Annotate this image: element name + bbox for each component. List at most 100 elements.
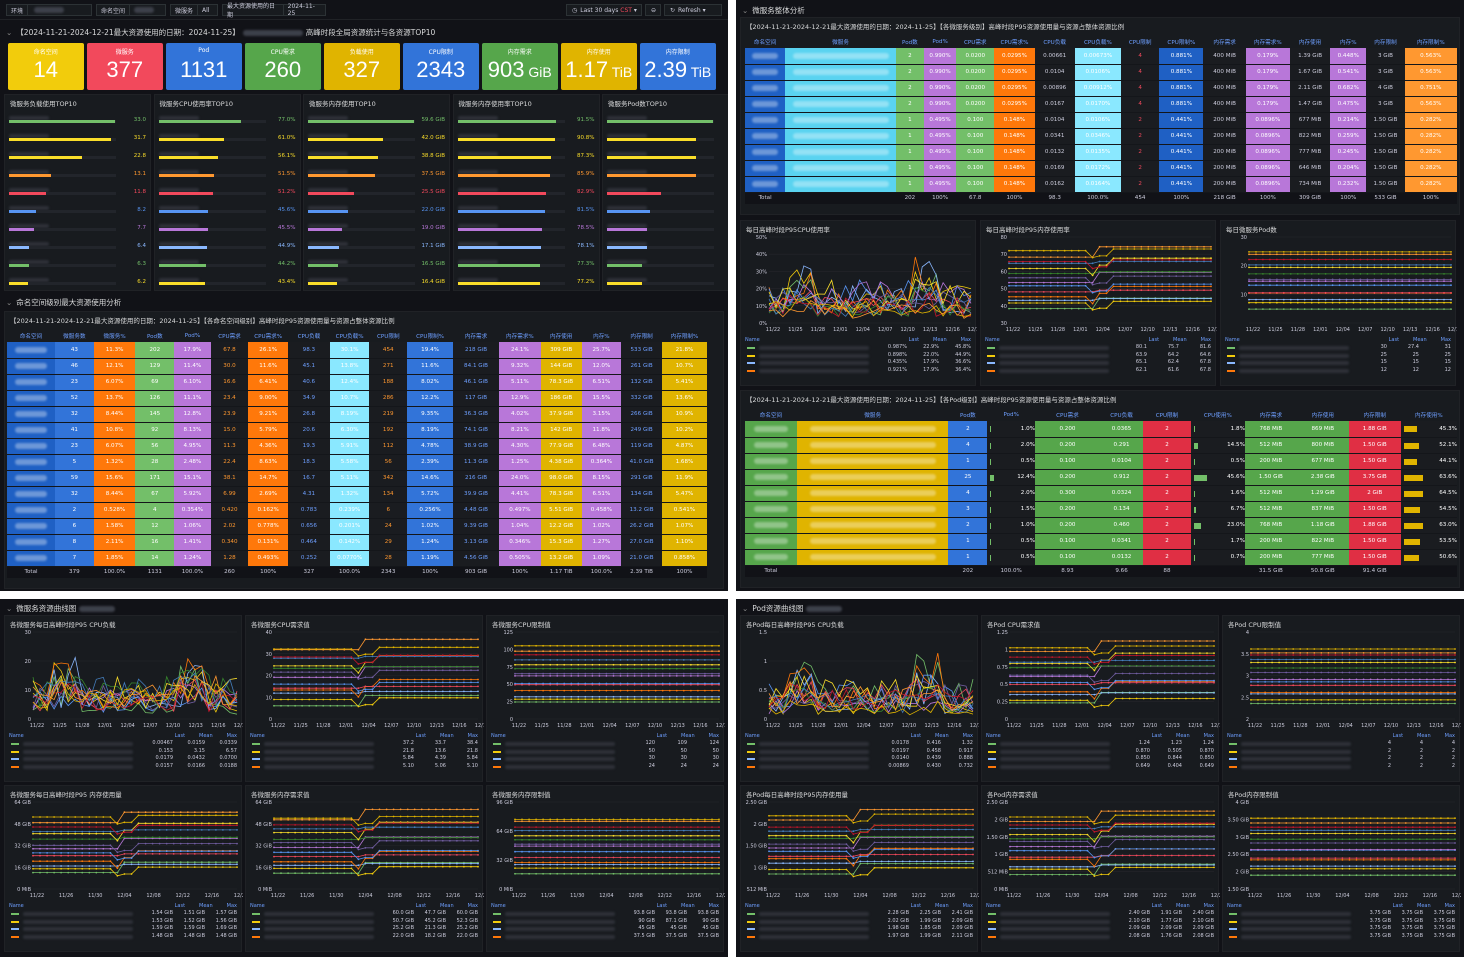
legend-row[interactable]: 1.54 GiB 1.51 GiB 1.57 GiB: [9, 910, 237, 918]
legend-row[interactable]: 62.1 61.6 67.8: [985, 367, 1211, 375]
table-row[interactable]: 23 6.07% 56 4.95% 11.3 4.36% 19.3 5.91% 112 4.78%…: [7, 438, 707, 455]
legend-mean-header[interactable]: Mean: [440, 733, 454, 740]
legend-row[interactable]: 37.2 33.7 38.4: [250, 740, 478, 748]
legend-last-header[interactable]: Last: [416, 733, 426, 740]
legend-row[interactable]: 0.153 3.15 6.57: [9, 748, 237, 756]
table-row[interactable]: 1 0.5% 0.100 0.0341 2 1.7% 200 MiB 822 MiB 1.50 …: [745, 533, 1457, 550]
column-header[interactable]: 内存需求: [1203, 36, 1245, 48]
column-header[interactable]: 内存限制: [1349, 409, 1401, 421]
legend-mean-header[interactable]: Mean: [935, 733, 949, 740]
legend-row[interactable]: 63.9 64.2 64.6: [985, 352, 1211, 360]
column-header[interactable]: 内存限制: [621, 330, 662, 342]
legend-mean-header[interactable]: Mean: [1173, 337, 1187, 344]
legend-row[interactable]: 5.84 4.39 5.84: [250, 755, 478, 763]
legend-name-header[interactable]: Name: [491, 733, 506, 740]
column-header[interactable]: CPU负载: [1100, 409, 1143, 421]
legend-name-header[interactable]: Name: [491, 903, 506, 910]
legend-row[interactable]: 1.59 GiB 1.59 GiB 1.69 GiB: [9, 925, 237, 933]
time-range-picker[interactable]: ◷ Last 30 days CST ▾: [566, 4, 642, 16]
table-row[interactable]: 5 1.32% 28 2.48% 22.4 8.63% 18.3 5.58% 56 2.39% 11…: [7, 454, 707, 471]
var-max-date[interactable]: 最大资源使用的日期 2024-11-25: [222, 3, 326, 19]
legend-row[interactable]: 30 27.4 31: [1225, 344, 1451, 352]
column-header[interactable]: Pod%: [987, 409, 1035, 421]
row-title-namespace[interactable]: ⌄ 命名空间级别最大资源使用分析: [6, 297, 121, 308]
table-row[interactable]: 32 8.44% 145 12.8% 23.9 9.21% 26.8 8.19% 219 9.35…: [7, 406, 707, 423]
table-row[interactable]: 1 0.5% 0.100 0.0132 2 0.7% 200 MiB 777 MiB 1.50 …: [745, 549, 1457, 566]
column-header[interactable]: 内存需求: [453, 330, 499, 342]
column-header[interactable]: 内存需求: [1245, 409, 1297, 421]
row-title-microservice[interactable]: ⌄ 微服务整体分析: [742, 5, 805, 16]
legend-max-header[interactable]: Max: [227, 903, 237, 910]
column-header[interactable]: CPU需求: [1035, 409, 1100, 421]
column-header[interactable]: 微服务: [797, 409, 948, 421]
table-row[interactable]: 23 6.07% 69 6.10% 16.6 6.41% 40.6 12.4% 188 8.02%…: [7, 374, 707, 391]
column-header[interactable]: 内存使用%: [1401, 409, 1457, 421]
legend-row[interactable]: 90 GiB 87.1 GiB 90 GiB: [491, 918, 719, 926]
legend-row[interactable]: 120 109 124: [491, 740, 719, 748]
table-row[interactable]: 2 0.528% 4 0.354% 0.420 0.162% 0.783 0.239% 6 0.2…: [7, 502, 707, 519]
legend-max-header[interactable]: Max: [961, 337, 971, 344]
table-row[interactable]: 2 1.0% 0.200 0.460 2 23.0% 768 MiB 1.18 GiB 1.88…: [745, 517, 1457, 534]
column-header[interactable]: Pod%: [924, 36, 956, 48]
zoom-out-button[interactable]: ⊖: [645, 4, 661, 16]
column-header[interactable]: 命名空间: [7, 330, 55, 342]
legend-max-header[interactable]: Max: [709, 903, 719, 910]
legend-row[interactable]: 0.0140 0.439 0.888: [745, 755, 973, 763]
legend-last-header[interactable]: Last: [175, 903, 185, 910]
legend-max-header[interactable]: Max: [468, 733, 478, 740]
legend-row[interactable]: 25 25 25: [1225, 352, 1451, 360]
legend-row[interactable]: 45 GiB 45 GiB 45 GiB: [491, 925, 719, 933]
legend-row[interactable]: 65.1 62.4 67.8: [985, 359, 1211, 367]
legend-name-header[interactable]: Name: [9, 903, 24, 910]
legend-last-header[interactable]: Last: [1149, 337, 1159, 344]
table-row[interactable]: 3 1.5% 0.200 0.134 2 6.7% 512 MiB 837 MiB 1.50 G…: [745, 501, 1457, 518]
legend-row[interactable]: 0.0157 0.0166 0.0188: [9, 763, 237, 771]
legend-row[interactable]: 5.10 5.06 5.10: [250, 763, 478, 771]
legend-row[interactable]: 93.8 GiB 93.8 GiB 93.8 GiB: [491, 910, 719, 918]
legend-mean-header[interactable]: Mean: [681, 733, 695, 740]
column-header[interactable]: CPU限制: [1121, 36, 1159, 48]
column-header[interactable]: Pod%: [174, 330, 211, 342]
column-header[interactable]: CPU负载%: [1075, 36, 1121, 48]
table-row[interactable]: 25 12.4% 0.200 0.912 2 45.6% 1.50 GiB 2.38 GiB 3…: [745, 469, 1457, 486]
table-row[interactable]: 2 0.990% 0.0200 0.0295% 0.0104 0.0106% 4 0.881%…: [745, 64, 1457, 81]
row-title-global[interactable]: ⌄ 【2024-11-21-2024-12-21最大资源使用的日期：2024-11…: [6, 27, 435, 38]
table-row[interactable]: 46 12.1% 129 11.4% 30.0 11.6% 45.1 13.8% 271 11.6…: [7, 358, 707, 375]
column-header[interactable]: CPU需求: [956, 36, 994, 48]
legend-last-header[interactable]: Last: [416, 903, 426, 910]
legend-last-header[interactable]: Last: [175, 733, 185, 740]
column-header[interactable]: 内存限制%: [1405, 36, 1457, 48]
legend-row[interactable]: 37.5 GiB 37.5 GiB 37.5 GiB: [491, 933, 719, 941]
table-row[interactable]: 2 0.990% 0.0200 0.0295% 0.0167 0.0170% 4 0.881%…: [745, 96, 1457, 113]
legend-last-header[interactable]: Last: [657, 733, 667, 740]
legend-last-header[interactable]: Last: [909, 337, 919, 344]
column-header[interactable]: CPU负载: [288, 330, 330, 342]
legend-row[interactable]: 50.7 GiB 45.2 GiB 52.3 GiB: [250, 918, 478, 926]
table-row[interactable]: 1 0.5% 0.100 0.0104 2 0.5% 200 MiB 677 MiB 1.50 …: [745, 453, 1457, 470]
column-header[interactable]: 内存限制%: [662, 330, 707, 342]
var-env[interactable]: 环境: [6, 4, 92, 16]
legend-name-header[interactable]: Name: [250, 733, 265, 740]
column-header[interactable]: 内存限制: [1366, 36, 1404, 48]
row-title-ms-curves[interactable]: ⌄ 微服务资源曲线图: [6, 603, 116, 614]
column-header[interactable]: 内存需求%: [499, 330, 541, 342]
legend-name-header[interactable]: Name: [9, 733, 24, 740]
legend-max-header[interactable]: Max: [1201, 337, 1211, 344]
legend-row[interactable]: 21.8 13.6 21.8: [250, 748, 478, 756]
legend-row[interactable]: 25.2 GiB 21.3 GiB 25.2 GiB: [250, 925, 478, 933]
legend-mean-header[interactable]: Mean: [933, 337, 947, 344]
legend-row[interactable]: 0.0197 0.458 0.917: [745, 748, 973, 756]
table-row[interactable]: 41 10.8% 92 8.13% 15.0 5.79% 20.6 6.30% 192 8.19%…: [7, 422, 707, 439]
table-row[interactable]: 1 0.495% 0.100 0.148% 0.0162 0.0164% 2 0.441% 20…: [745, 176, 1457, 193]
legend-row[interactable]: 50 50 50: [491, 748, 719, 756]
legend-mean-header[interactable]: Mean: [199, 903, 213, 910]
table-row[interactable]: 6 1.58% 12 1.06% 2.02 0.778% 0.656 0.201% 24 1.02…: [7, 518, 707, 535]
legend-mean-header[interactable]: Mean: [681, 903, 695, 910]
legend-row[interactable]: 60.0 GiB 47.7 GiB 60.0 GiB: [250, 910, 478, 918]
column-header[interactable]: Pod数: [948, 409, 987, 421]
table-row[interactable]: 1 0.495% 0.100 0.148% 0.0341 0.0346% 2 0.441% 20…: [745, 128, 1457, 145]
legend-row[interactable]: 12 12 12: [1225, 367, 1451, 375]
legend-row[interactable]: 0.987% 22.9% 45.8%: [745, 344, 971, 352]
legend-row[interactable]: 1.48 GiB 1.48 GiB 1.48 GiB: [9, 933, 237, 941]
table-row[interactable]: 59 15.6% 171 15.1% 38.1 14.7% 16.7 5.11% 342 14.6…: [7, 470, 707, 487]
